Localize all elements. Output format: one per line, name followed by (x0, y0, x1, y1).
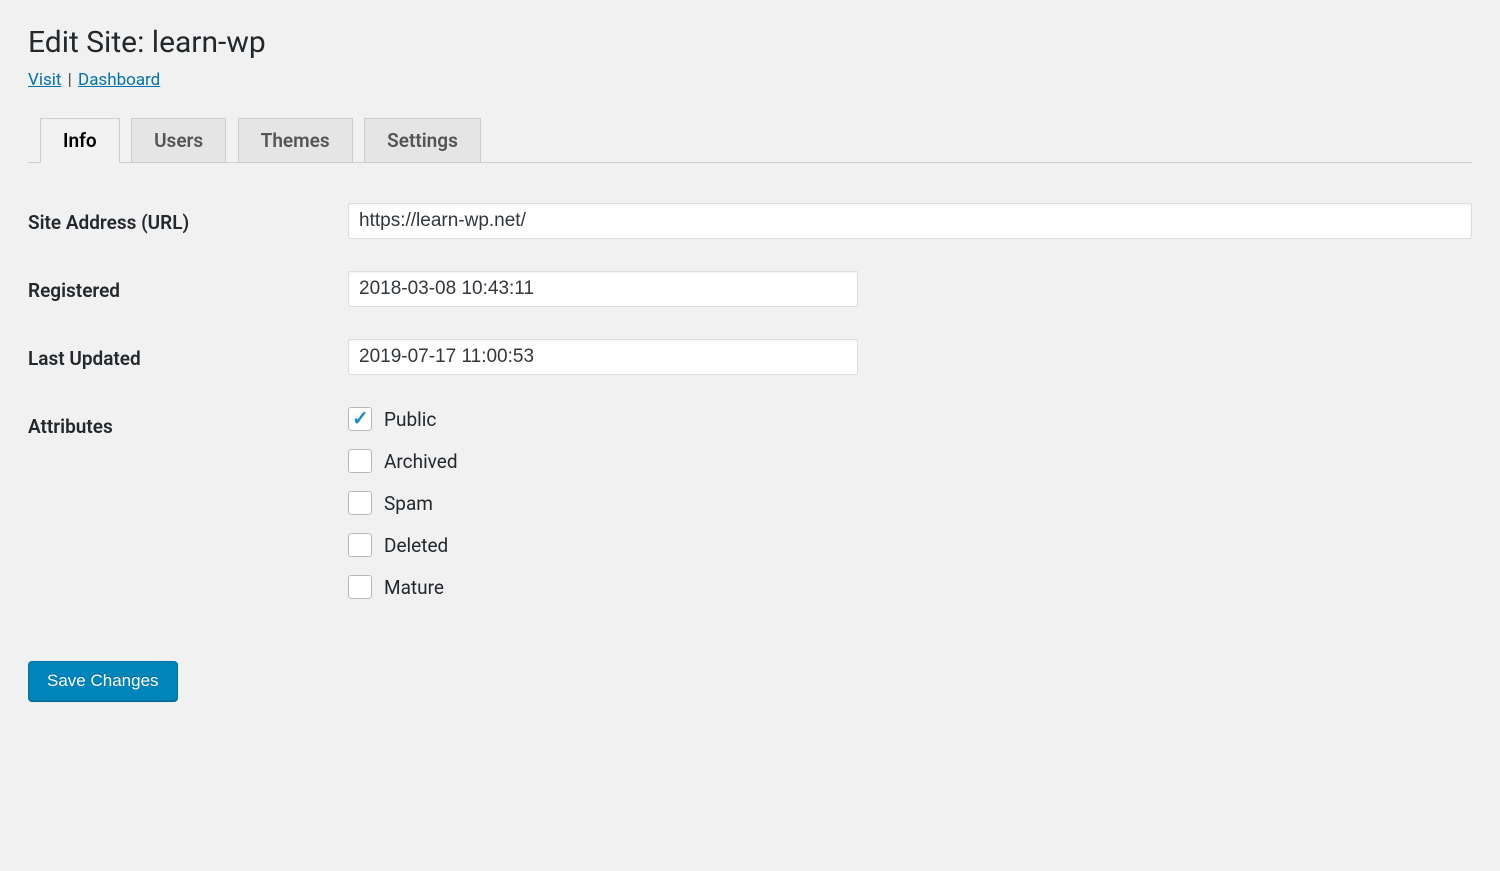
tab-themes[interactable]: Themes (238, 118, 353, 162)
row-last-updated: Last Updated (28, 339, 1472, 407)
checkbox-label-spam[interactable]: Spam (384, 492, 433, 515)
checkbox-archived[interactable] (348, 449, 372, 473)
checkbox-public[interactable] (348, 407, 372, 431)
form-table: Site Address (URL) Registered Last Updat… (28, 203, 1472, 631)
checkbox-row-mature: Mature (348, 575, 1472, 599)
checkbox-label-deleted[interactable]: Deleted (384, 534, 448, 557)
label-attributes: Attributes (28, 407, 348, 631)
submit-wrap: Save Changes (28, 661, 1472, 701)
checkbox-label-public[interactable]: Public (384, 408, 436, 431)
link-separator: | (63, 70, 76, 90)
save-changes-button[interactable]: Save Changes (28, 661, 178, 701)
row-attributes: Attributes Public Archived Spam Deleted (28, 407, 1472, 631)
checkbox-spam[interactable] (348, 491, 372, 515)
checkbox-label-archived[interactable]: Archived (384, 450, 458, 473)
tab-settings[interactable]: Settings (364, 118, 481, 162)
tab-info[interactable]: Info (40, 118, 120, 163)
checkbox-row-archived: Archived (348, 449, 1472, 473)
registered-input[interactable] (348, 271, 858, 307)
label-registered: Registered (28, 271, 348, 339)
checkbox-row-deleted: Deleted (348, 533, 1472, 557)
label-last-updated: Last Updated (28, 339, 348, 407)
tab-users[interactable]: Users (131, 118, 226, 162)
visit-link[interactable]: Visit (28, 70, 61, 90)
dashboard-link[interactable]: Dashboard (78, 70, 160, 90)
page-title: Edit Site: learn-wp (28, 25, 1472, 60)
last-updated-input[interactable] (348, 339, 858, 375)
row-site-address: Site Address (URL) (28, 203, 1472, 271)
checkbox-row-spam: Spam (348, 491, 1472, 515)
attributes-checkbox-list: Public Archived Spam Deleted Mature (348, 407, 1472, 599)
checkbox-row-public: Public (348, 407, 1472, 431)
checkbox-label-mature[interactable]: Mature (384, 576, 444, 599)
checkbox-deleted[interactable] (348, 533, 372, 557)
subtitle-links: Visit | Dashboard (28, 70, 1472, 90)
checkbox-mature[interactable] (348, 575, 372, 599)
site-address-input[interactable] (348, 203, 1472, 239)
nav-tabs: Info Users Themes Settings (28, 118, 1472, 163)
label-site-address: Site Address (URL) (28, 203, 348, 271)
row-registered: Registered (28, 271, 1472, 339)
